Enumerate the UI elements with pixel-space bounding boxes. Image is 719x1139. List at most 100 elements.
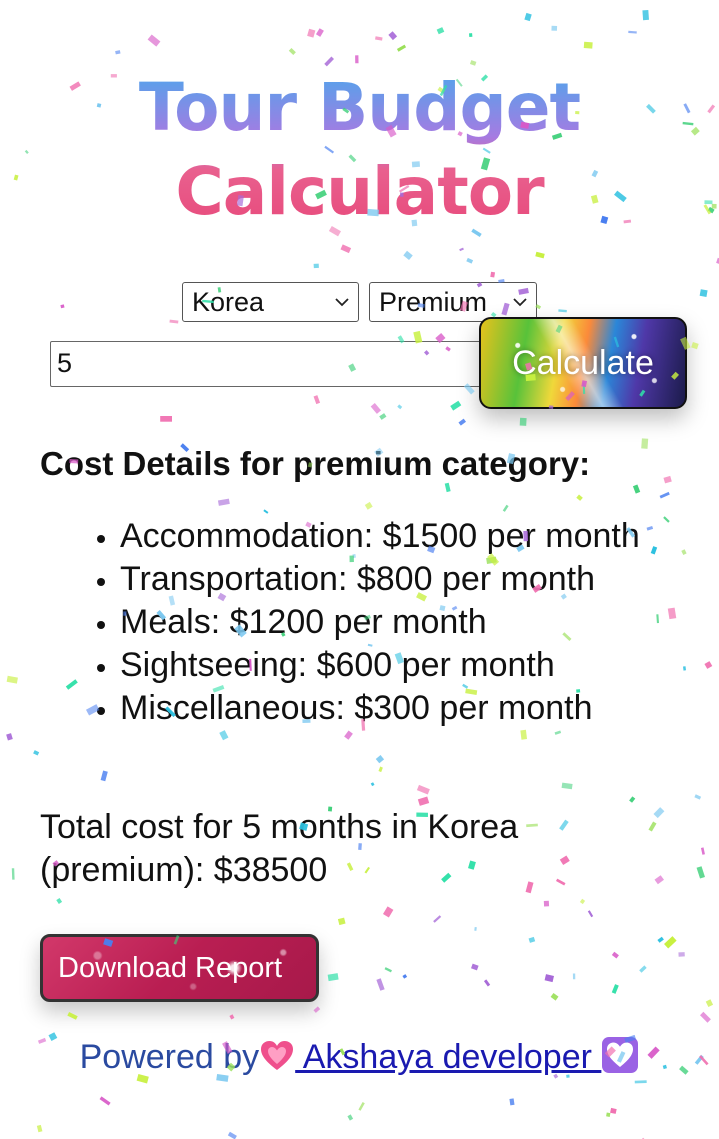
confetti-piece <box>147 34 161 47</box>
confetti-piece <box>379 413 387 420</box>
confetti-piece <box>576 494 583 501</box>
title-line-2: Calculator <box>175 153 544 230</box>
confetti-piece <box>641 438 649 449</box>
confetti-piece <box>551 25 558 31</box>
confetti-piece <box>355 55 359 64</box>
confetti-piece <box>388 31 398 41</box>
confetti-piece <box>6 675 18 684</box>
confetti-piece <box>700 847 705 855</box>
confetti-piece <box>340 244 352 254</box>
chevron-down-icon <box>513 298 527 307</box>
confetti-piece <box>313 1006 321 1013</box>
title-line-1: Tour Budget <box>138 69 581 146</box>
sparkling-heart-icon <box>261 1041 294 1070</box>
confetti-piece <box>450 400 462 411</box>
confetti-piece <box>694 794 702 800</box>
category-select[interactable]: Premium <box>369 282 537 322</box>
confetti-piece <box>583 41 593 49</box>
confetti-piece <box>550 992 559 1001</box>
confetti-piece <box>219 730 229 741</box>
confetti-piece <box>337 917 346 926</box>
download-report-button[interactable]: Download Report <box>40 934 319 1002</box>
confetti-piece <box>466 257 474 264</box>
confetti-piece <box>417 796 430 806</box>
confetti-piece <box>36 1124 43 1133</box>
confetti-piece <box>657 936 664 943</box>
confetti-piece <box>611 951 619 959</box>
confetti-piece <box>344 730 353 740</box>
confetti-piece <box>6 733 13 741</box>
confetti-piece <box>307 28 316 38</box>
months-input-value: 5 <box>57 348 73 378</box>
confetti-piece <box>347 1114 354 1121</box>
confetti-piece <box>628 30 637 34</box>
confetti-piece <box>67 1011 78 1020</box>
confetti-piece <box>327 973 339 982</box>
confetti-piece <box>402 974 408 979</box>
confetti-piece <box>378 766 383 773</box>
calculate-button-label: Calculate <box>512 344 654 382</box>
tour-budget-page: Tour Budget Calculator Korea Premium 5 C… <box>0 0 719 1139</box>
page-title: Tour Budget Calculator <box>0 66 719 234</box>
calculate-button[interactable]: Calculate <box>479 317 687 409</box>
confetti-piece <box>474 927 477 931</box>
confetti-piece <box>691 342 699 350</box>
confetti-piece <box>554 730 562 735</box>
confetti-piece <box>315 28 324 37</box>
confetti-piece <box>663 475 672 484</box>
confetti-piece <box>502 504 509 512</box>
confetti-piece <box>397 404 403 410</box>
confetti-piece <box>664 936 677 949</box>
confetti-piece <box>587 910 594 918</box>
category-select-value: Premium <box>379 287 488 317</box>
country-select[interactable]: Korea <box>182 282 359 322</box>
confetti-piece <box>313 263 319 269</box>
confetti-piece <box>659 491 670 499</box>
list-item: Accommodation: $1500 per month <box>120 515 719 558</box>
confetti-piece <box>263 509 269 514</box>
confetti-piece <box>543 900 550 907</box>
confetti-piece <box>469 60 477 66</box>
confetti-piece <box>632 484 641 494</box>
list-item: Miscellaneous: $300 per month <box>120 687 719 730</box>
developer-link-text: Akshaya developer <box>295 1038 602 1076</box>
confetti-piece <box>99 1096 111 1106</box>
confetti-piece <box>558 309 567 313</box>
confetti-piece <box>370 782 375 787</box>
months-input[interactable]: 5 <box>50 341 488 387</box>
footer-prefix: Powered by <box>79 1038 260 1076</box>
confetti-piece <box>629 796 636 803</box>
white-heart-icon <box>602 1037 639 1073</box>
confetti-piece <box>33 750 40 756</box>
confetti-piece <box>642 10 649 21</box>
confetti-piece <box>520 729 528 740</box>
confetti-piece <box>436 27 445 35</box>
confetti-piece <box>699 289 708 297</box>
confetti-piece <box>403 250 413 261</box>
confetti-piece <box>483 979 491 987</box>
confetti-piece <box>288 47 296 56</box>
confetti-piece <box>519 417 527 426</box>
confetti-piece <box>370 403 382 414</box>
confetti-piece <box>324 56 334 67</box>
confetti-piece <box>524 12 532 22</box>
developer-link[interactable]: Akshaya developer <box>259 1037 639 1076</box>
confetti-piece <box>579 898 586 905</box>
confetti-piece <box>561 782 573 790</box>
confetti-piece <box>678 952 685 957</box>
confetti-piece <box>639 965 647 973</box>
confetti-piece <box>11 868 15 880</box>
confetti-piece <box>544 974 554 983</box>
confetti-piece <box>490 271 496 278</box>
confetti-piece <box>572 973 576 980</box>
confetti-piece <box>384 967 392 973</box>
confetti-piece <box>700 1011 711 1023</box>
confetti-piece <box>416 784 430 795</box>
confetti-piece <box>227 1131 237 1139</box>
confetti-piece <box>376 978 385 991</box>
cost-list: Accommodation: $1500 per month Transport… <box>40 515 719 730</box>
confetti-piece <box>535 251 545 259</box>
confetti-piece <box>375 755 385 764</box>
confetti-piece <box>229 1014 235 1020</box>
confetti-piece <box>358 1101 365 1111</box>
